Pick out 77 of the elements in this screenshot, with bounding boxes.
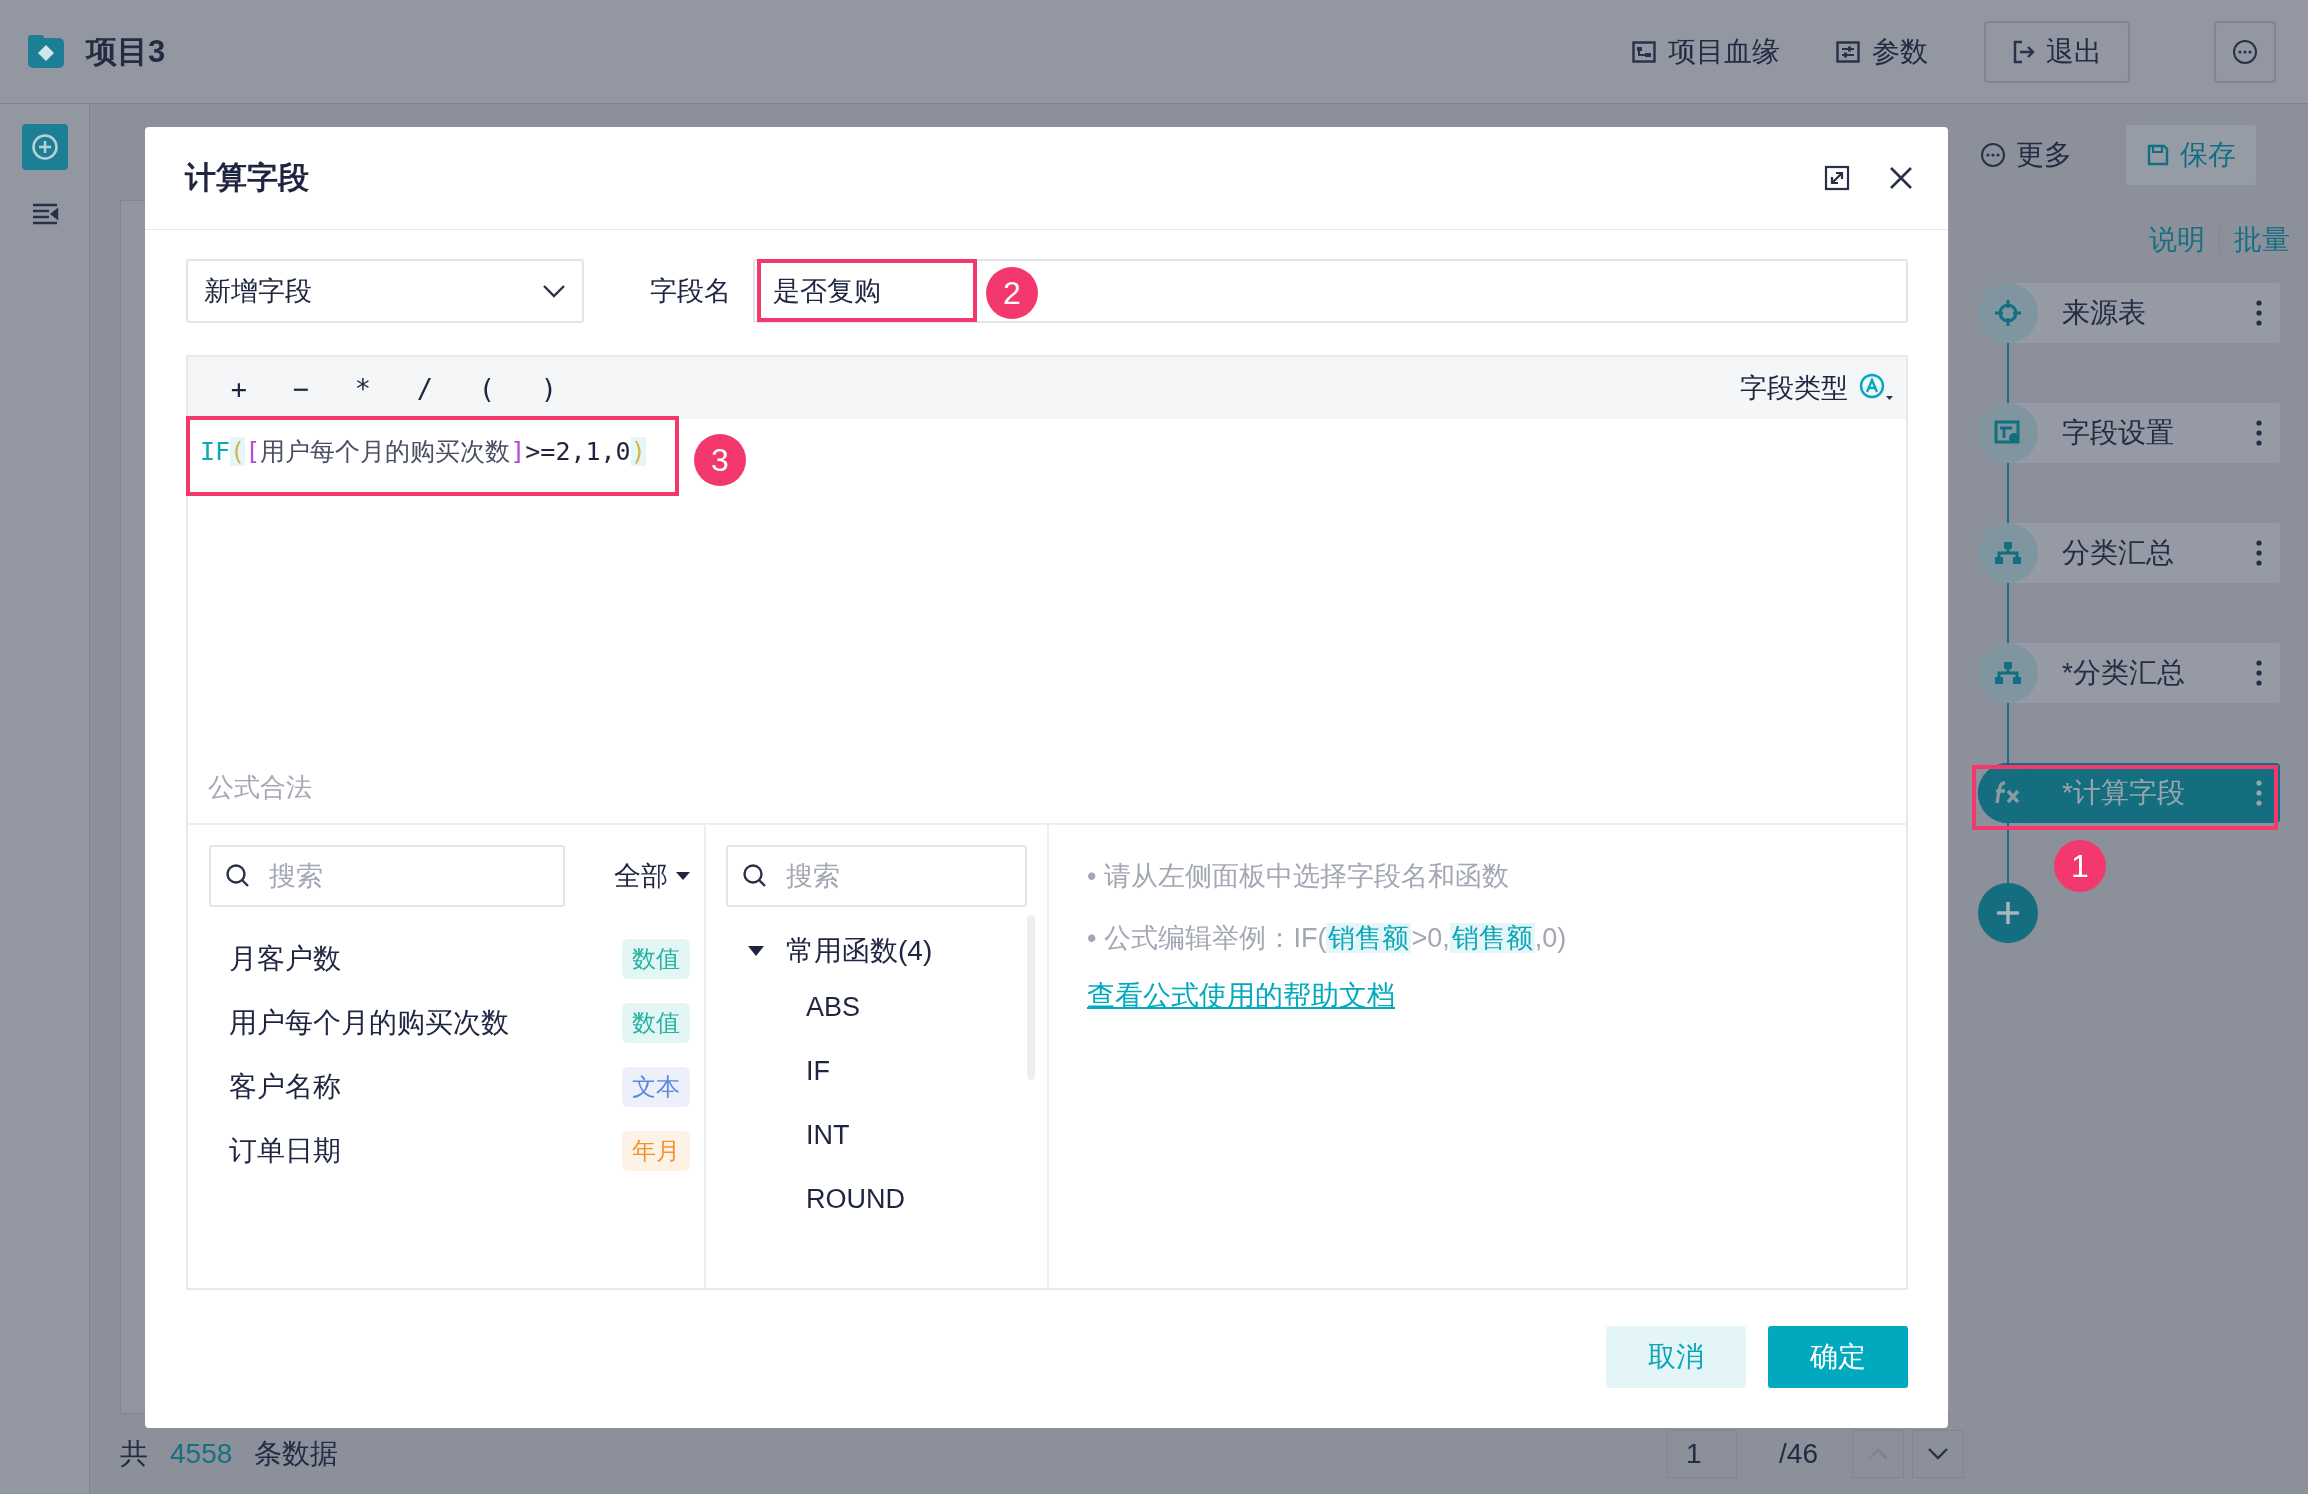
field-type-tag: 数值 bbox=[622, 939, 690, 979]
ellipsis-icon bbox=[2232, 38, 2258, 65]
close-icon[interactable] bbox=[1888, 165, 1914, 191]
page-field[interactable]: 1 bbox=[1667, 1430, 1738, 1478]
flow-node[interactable]: *分类汇总 bbox=[1978, 643, 2280, 703]
page-total: /46 bbox=[1779, 1438, 1818, 1470]
more-button[interactable]: 更多 bbox=[1980, 136, 2072, 174]
project-title: 项目3 bbox=[86, 32, 166, 71]
bullet: • bbox=[1087, 860, 1097, 892]
total-suffix: 条数据 bbox=[254, 1437, 339, 1471]
top-action-link[interactable]: 项目血缘 bbox=[1632, 32, 1780, 71]
operator-button[interactable]: ) bbox=[518, 372, 580, 404]
lineage-icon bbox=[1632, 40, 1656, 63]
formula-status: 公式合法 bbox=[208, 771, 313, 804]
save-icon bbox=[2146, 143, 2170, 167]
kebab-icon[interactable] bbox=[2256, 540, 2262, 566]
field-search-field[interactable]: 搜索 bbox=[209, 845, 565, 907]
sliders-icon bbox=[1836, 40, 1860, 63]
plus-icon bbox=[1994, 899, 2022, 927]
plus-circle-icon bbox=[30, 133, 59, 161]
flow-node[interactable]: 分类汇总 bbox=[1978, 523, 2280, 583]
field-type-tag: 文本 bbox=[622, 1067, 690, 1107]
function-group[interactable]: 常用函数(4) bbox=[748, 927, 933, 975]
kebab-icon[interactable] bbox=[2256, 660, 2262, 686]
dialog-title: 计算字段 bbox=[185, 159, 309, 197]
search-icon bbox=[742, 863, 768, 889]
add-button[interactable] bbox=[21, 124, 68, 170]
next-page-button[interactable] bbox=[1912, 1430, 1964, 1478]
top-action-link[interactable]: 参数 bbox=[1836, 32, 1928, 71]
function-item[interactable]: ROUND bbox=[748, 1167, 905, 1231]
chevron-down-icon bbox=[1927, 1447, 1949, 1461]
caret-icon bbox=[676, 871, 690, 881]
hint-text: 请从左侧面板中选择字段名和函数 bbox=[1104, 860, 1510, 893]
operator-button[interactable]: ( bbox=[456, 372, 518, 404]
chevron-down-icon bbox=[542, 284, 566, 298]
total-prefix: 共 bbox=[120, 1437, 148, 1471]
function-search-field[interactable]: 搜索 bbox=[726, 845, 1027, 907]
field-type-label: 字段类型 bbox=[1740, 372, 1848, 405]
caret-icon bbox=[748, 945, 764, 957]
field-name-label: 字段名 bbox=[650, 275, 731, 308]
logout-icon bbox=[2012, 39, 2036, 64]
list-icon[interactable] bbox=[30, 202, 59, 226]
operator-button[interactable]: / bbox=[394, 372, 456, 404]
search-icon bbox=[225, 863, 251, 889]
operator-button[interactable]: * bbox=[332, 372, 394, 404]
field-list-item[interactable]: 月客户数 bbox=[229, 940, 341, 978]
hierarchy-icon bbox=[1994, 661, 2022, 685]
step-number: 1 bbox=[2054, 840, 2106, 892]
type-filter-dropdown[interactable]: 全部 bbox=[614, 858, 690, 894]
table-gear-icon bbox=[1994, 420, 2022, 446]
operator-button[interactable]: + bbox=[208, 372, 270, 404]
kebab-icon[interactable] bbox=[2256, 780, 2262, 806]
add-step-button[interactable] bbox=[1978, 883, 2038, 943]
kebab-icon[interactable] bbox=[2256, 420, 2262, 446]
field-list-item[interactable]: 订单日期 bbox=[229, 1132, 341, 1170]
expand-icon[interactable] bbox=[1824, 165, 1850, 191]
field-list-item[interactable]: 用户每个月的购买次数 bbox=[229, 1004, 509, 1042]
function-item[interactable]: INT bbox=[748, 1103, 850, 1167]
exit-button[interactable]: 退出 bbox=[1984, 20, 2130, 83]
function-item[interactable]: ABS bbox=[748, 975, 861, 1039]
field-type-tag: 数值 bbox=[622, 1003, 690, 1043]
record-count: 4558 bbox=[170, 1438, 233, 1470]
crosshair-icon bbox=[1994, 299, 2022, 327]
hint-text: 公式编辑举例：IF(销售额>0,销售额,0) bbox=[1104, 922, 1567, 955]
bullet: • bbox=[1087, 922, 1097, 954]
field-list-item[interactable]: 客户名称 bbox=[229, 1068, 341, 1106]
ellipsis-icon bbox=[1980, 142, 2006, 168]
function-item[interactable]: IF bbox=[748, 1039, 830, 1103]
hierarchy-icon bbox=[1994, 541, 2022, 565]
more-options-button[interactable] bbox=[2214, 20, 2276, 83]
formula-text[interactable]: IF([用户每个月的购买次数]>=2,1,0) bbox=[196, 429, 650, 474]
field-type-tag: 年月 bbox=[622, 1131, 690, 1171]
flow-node[interactable]: 字段设置 bbox=[1978, 403, 2280, 463]
mode-select[interactable]: 新增字段 bbox=[186, 259, 584, 323]
operator-button[interactable]: − bbox=[270, 372, 332, 404]
flow-node[interactable]: 来源表 bbox=[1978, 283, 2280, 343]
kebab-icon[interactable] bbox=[2256, 300, 2262, 326]
